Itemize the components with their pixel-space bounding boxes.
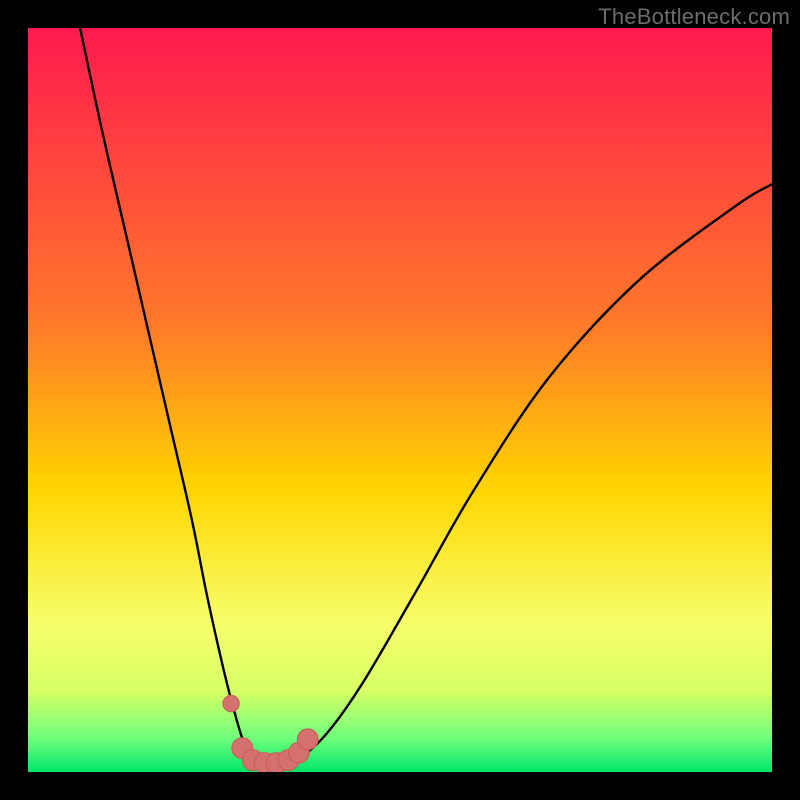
outer-frame: TheBottleneck.com — [0, 0, 800, 800]
curve-marker — [223, 695, 239, 711]
curve-marker — [297, 729, 318, 750]
plot-area — [28, 28, 772, 772]
bottleneck-chart — [28, 28, 772, 772]
watermark-text: TheBottleneck.com — [598, 4, 790, 30]
gradient-background — [28, 28, 772, 772]
